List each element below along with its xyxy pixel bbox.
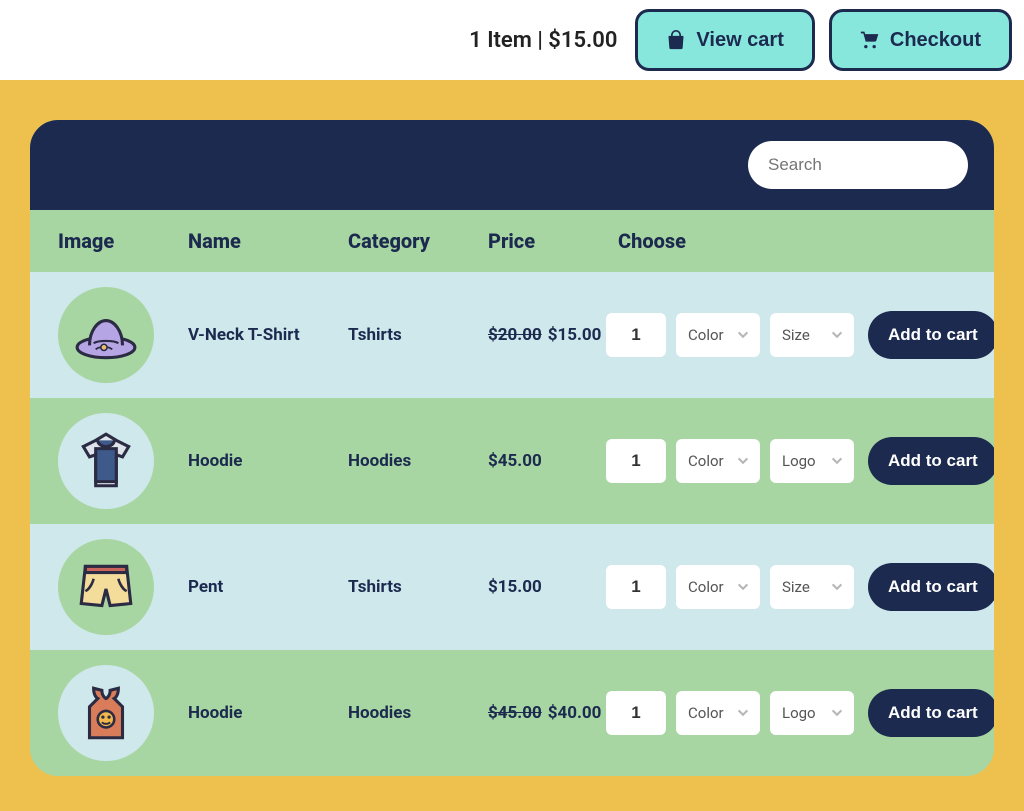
chevron-down-icon [736, 454, 750, 468]
price: $40.00 [548, 703, 602, 723]
option-select-1[interactable]: Color [676, 313, 760, 357]
option-2-label: Size [782, 326, 810, 344]
view-cart-button[interactable]: View cart [635, 9, 814, 71]
image-cell [46, 539, 176, 635]
add-to-cart-button[interactable]: Add to cart [868, 689, 994, 737]
price-cell: $45.00 $40.00 [476, 703, 606, 723]
option-select-1[interactable]: Color [676, 439, 760, 483]
choose-cell: Color Size Add to cart [606, 311, 994, 359]
option-select-2[interactable]: Logo [770, 691, 854, 735]
product-name: Hoodie [176, 703, 336, 723]
option-2-label: Logo [782, 704, 816, 722]
search-field[interactable] [748, 141, 968, 189]
option-select-2[interactable]: Size [770, 313, 854, 357]
option-1-label: Color [688, 578, 724, 596]
product-category: Tshirts [336, 325, 476, 345]
product-name: Pent [176, 577, 336, 597]
chevron-down-icon [830, 454, 844, 468]
view-cart-label: View cart [696, 29, 783, 52]
page-frame: Image Name Category Price Choose V-Neck … [0, 80, 1024, 811]
table-header: Image Name Category Price Choose [30, 210, 994, 272]
product-image [58, 287, 154, 383]
product-image [58, 665, 154, 761]
price: $45.00 [488, 451, 542, 471]
option-1-label: Color [688, 452, 724, 470]
panel-header [30, 120, 994, 210]
add-to-cart-button[interactable]: Add to cart [868, 311, 994, 359]
option-select-2[interactable]: Logo [770, 439, 854, 483]
old-price: $20.00 [488, 325, 542, 345]
choose-cell: Color Size Add to cart [606, 563, 994, 611]
option-1-label: Color [688, 326, 724, 344]
old-price: $45.00 [488, 703, 542, 723]
option-2-label: Size [782, 578, 810, 596]
product-image [58, 413, 154, 509]
chevron-down-icon [830, 328, 844, 342]
table-row: Pent Tshirts $15.00 Color Size Add to ca… [30, 524, 994, 650]
col-category: Category [336, 229, 476, 253]
choose-cell: Color Logo Add to cart [606, 437, 994, 485]
table-row: V-Neck T-Shirt Tshirts $20.00 $15.00 Colo… [30, 272, 994, 398]
chevron-down-icon [736, 328, 750, 342]
cart-summary: 1 Item | $15.00 [469, 28, 617, 53]
choose-cell: Color Logo Add to cart [606, 689, 994, 737]
option-2-label: Logo [782, 452, 816, 470]
search-input[interactable] [768, 155, 989, 175]
price: $15.00 [488, 577, 542, 597]
image-cell [46, 665, 176, 761]
price-cell: $20.00 $15.00 [476, 325, 606, 345]
tshirt-icon [73, 428, 139, 494]
shorts-icon [73, 554, 139, 620]
col-name: Name [176, 229, 336, 253]
quantity-input[interactable] [606, 691, 666, 735]
hat-icon [73, 302, 139, 368]
chevron-down-icon [736, 706, 750, 720]
col-image: Image [46, 229, 176, 253]
image-cell [46, 287, 176, 383]
chevron-down-icon [736, 580, 750, 594]
option-select-2[interactable]: Size [770, 565, 854, 609]
product-category: Hoodies [336, 703, 476, 723]
add-to-cart-button[interactable]: Add to cart [868, 437, 994, 485]
add-to-cart-button[interactable]: Add to cart [868, 563, 994, 611]
image-cell [46, 413, 176, 509]
price: $15.00 [548, 325, 602, 345]
quantity-input[interactable] [606, 565, 666, 609]
checkout-label: Checkout [890, 29, 981, 52]
col-choose: Choose [606, 229, 994, 253]
product-name: V-Neck T-Shirt [176, 325, 336, 345]
top-bar: 1 Item | $15.00 View cart Checkout [0, 0, 1024, 80]
checkout-button[interactable]: Checkout [829, 9, 1012, 71]
product-image [58, 539, 154, 635]
option-select-1[interactable]: Color [676, 691, 760, 735]
chevron-down-icon [830, 706, 844, 720]
quantity-input[interactable] [606, 439, 666, 483]
col-price: Price [476, 229, 606, 253]
product-panel: Image Name Category Price Choose V-Neck … [30, 120, 994, 776]
chevron-down-icon [830, 580, 844, 594]
table-row: Hoodie Hoodies $45.00 Color Logo Add to … [30, 398, 994, 524]
bag-icon [666, 30, 686, 50]
table-row: Hoodie Hoodies $45.00 $40.00 Color Logo A… [30, 650, 994, 776]
price-cell: $15.00 [476, 577, 606, 597]
option-select-1[interactable]: Color [676, 565, 760, 609]
cart-icon [860, 30, 880, 50]
table-body: V-Neck T-Shirt Tshirts $20.00 $15.00 Colo… [30, 272, 994, 776]
product-name: Hoodie [176, 451, 336, 471]
quantity-input[interactable] [606, 313, 666, 357]
tank-icon [73, 680, 139, 746]
price-cell: $45.00 [476, 451, 606, 471]
product-category: Hoodies [336, 451, 476, 471]
option-1-label: Color [688, 704, 724, 722]
product-category: Tshirts [336, 577, 476, 597]
